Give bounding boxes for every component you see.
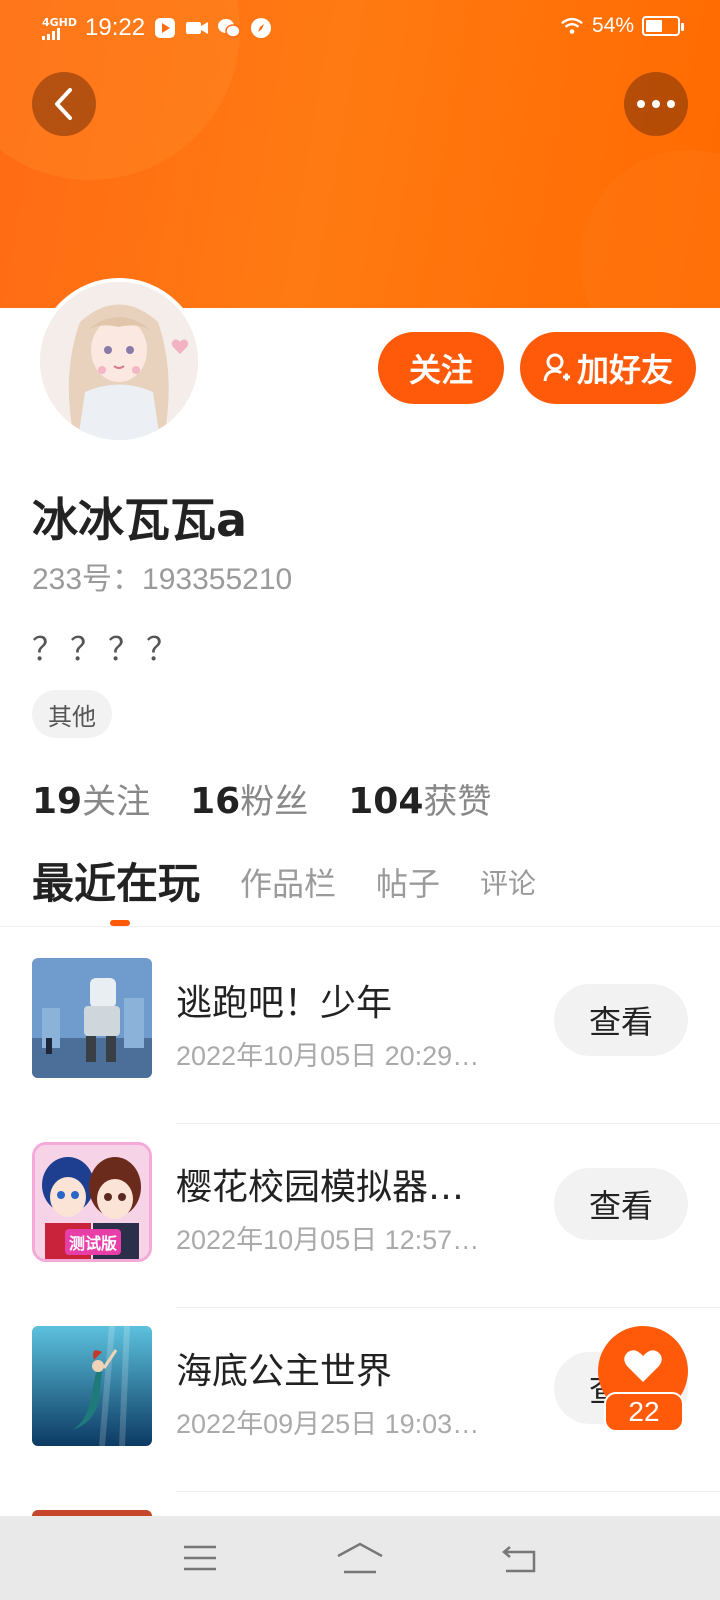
avatar[interactable] <box>36 278 202 444</box>
play-time: 2022年10月05日 12:57… <box>176 1225 480 1255</box>
header-decoration <box>580 150 720 308</box>
profile-tabs: 最近在玩 作品栏 帖子 评论 <box>32 858 536 908</box>
game-title: 海底公主世界 <box>176 1351 393 1392</box>
game-thumbnail <box>32 958 152 1078</box>
username: 冰冰瓦瓦a <box>32 493 248 547</box>
system-navigation-bar <box>0 1516 720 1600</box>
test-version-badge: 测试版 <box>65 1229 122 1255</box>
play-store-icon <box>153 16 177 40</box>
play-time: 2022年10月05日 20:29… <box>176 1041 480 1071</box>
user-id: 233号：193355210 <box>32 563 293 596</box>
stat-number: 16 <box>190 781 241 822</box>
user-tag[interactable]: 其他 <box>32 690 112 738</box>
menu-nav-button[interactable] <box>170 1538 230 1578</box>
back-nav-button[interactable] <box>490 1538 550 1578</box>
battery-percent: 54% <box>591 14 634 37</box>
battery-level <box>646 20 663 32</box>
follow-button-label: 关注 <box>408 351 473 389</box>
follow-button[interactable]: 关注 <box>378 332 504 404</box>
game-thumbnail: 测试版 <box>32 1142 152 1262</box>
wifi-icon <box>560 14 584 38</box>
stat-fans[interactable]: 16 粉丝 <box>190 774 308 823</box>
view-button[interactable]: 查看 <box>554 1168 688 1240</box>
compass-icon <box>249 16 273 40</box>
status-bar: 4GHD 19:22 54% <box>0 0 720 56</box>
list-item[interactable]: 逃跑吧！少年 2022年10月05日 20:29… 查看 <box>0 940 720 1124</box>
tab-comments[interactable]: 评论 <box>480 860 536 908</box>
tab-posts[interactable]: 帖子 <box>376 860 440 908</box>
network-type: 4GHD <box>42 15 78 29</box>
stat-label: 粉丝 <box>240 782 309 822</box>
more-dots-icon <box>637 100 675 108</box>
stat-number: 19 <box>32 781 83 822</box>
add-friend-button[interactable]: 加好友 <box>520 332 696 404</box>
list-item[interactable]: 测试版 樱花校园模拟器… 2022年10月05日 12:57… 查看 <box>0 1124 720 1308</box>
stat-label: 关注 <box>82 782 151 822</box>
return-icon <box>502 1546 536 1573</box>
game-title: 逃跑吧！少年 <box>176 983 393 1024</box>
add-user-icon <box>543 353 570 382</box>
like-count-badge: 22 <box>604 1392 684 1432</box>
add-friend-label: 加好友 <box>576 351 673 389</box>
more-options-button[interactable] <box>624 72 688 136</box>
play-time: 2022年09月25日 19:03… <box>176 1409 480 1439</box>
tab-recently-played[interactable]: 最近在玩 <box>32 860 200 908</box>
wechat-icon <box>217 16 241 40</box>
stat-likes[interactable]: 104 获赞 <box>348 774 491 823</box>
tab-works[interactable]: 作品栏 <box>240 860 336 908</box>
game-thumbnail <box>32 1326 152 1446</box>
user-bio: ？？？？ <box>32 630 185 668</box>
stat-label: 获赞 <box>423 782 492 822</box>
video-icon <box>185 16 209 40</box>
divider <box>0 926 720 927</box>
chevron-left-icon <box>55 88 72 120</box>
battery-icon <box>642 16 684 36</box>
stat-following[interactable]: 19 关注 <box>32 774 150 823</box>
clock: 19:22 <box>85 14 146 41</box>
profile-stats: 19 关注 16 粉丝 104 获赞 <box>32 774 491 823</box>
heart-icon <box>624 1350 662 1382</box>
back-button[interactable] <box>32 72 96 136</box>
game-title: 樱花校园模拟器… <box>176 1167 465 1208</box>
network-indicator: 4GHD <box>42 17 77 40</box>
home-nav-button[interactable] <box>330 1538 390 1578</box>
home-icon <box>337 1542 383 1574</box>
stat-number: 104 <box>348 781 424 822</box>
menu-icon <box>184 1545 216 1571</box>
view-button[interactable]: 查看 <box>554 984 688 1056</box>
